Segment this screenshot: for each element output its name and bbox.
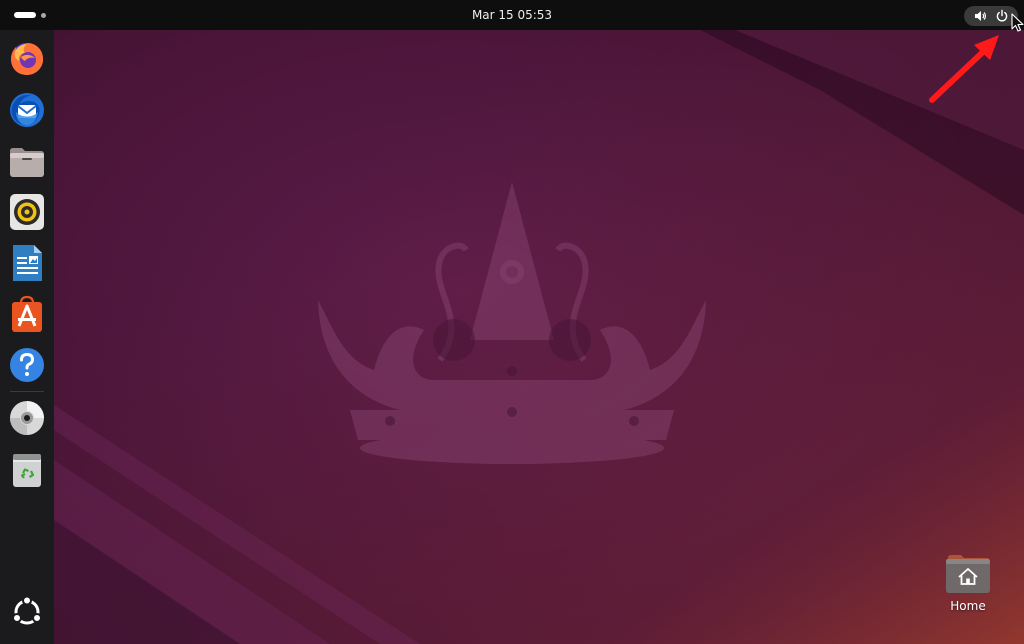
clock-area: Mar 15 05:53 — [0, 0, 1024, 30]
dock-item-disc[interactable] — [7, 398, 47, 438]
clock[interactable]: Mar 15 05:53 — [472, 8, 552, 22]
dock-item-files[interactable] — [7, 142, 47, 182]
disc-icon — [10, 401, 44, 435]
firefox-icon — [11, 43, 44, 75]
system-menu[interactable] — [964, 6, 1018, 26]
power-icon — [996, 9, 1008, 22]
libreoffice-writer-icon — [13, 245, 42, 281]
desktop-home-label: Home — [950, 599, 986, 613]
desktop-screen: Mar 15 05:53 Home — [0, 0, 1024, 644]
app-center-icon — [12, 295, 42, 332]
desktop-home-folder[interactable]: Home — [934, 548, 1002, 618]
activities-indicator-icon — [14, 12, 36, 18]
wallpaper — [0, 0, 1024, 644]
dock-item-show-apps[interactable] — [7, 592, 47, 632]
dock-separator — [10, 391, 44, 392]
show-apps-icon — [12, 595, 42, 625]
dock-item-firefox[interactable] — [7, 38, 47, 78]
dock-item-trash[interactable] — [7, 450, 47, 490]
files-folder-icon — [10, 148, 44, 177]
dock-item-libreoffice-writer[interactable] — [7, 243, 47, 283]
activities-indicator[interactable] — [10, 9, 54, 21]
help-icon — [10, 348, 44, 382]
rhythmbox-speaker-icon — [10, 194, 44, 230]
dock-item-thunderbird[interactable] — [7, 90, 47, 130]
workspace-dot-icon — [41, 12, 46, 18]
dock-item-rhythmbox[interactable] — [7, 192, 47, 232]
home-folder-icon — [946, 555, 990, 593]
dock-item-help[interactable] — [7, 345, 47, 385]
dock — [0, 30, 54, 644]
volume-icon — [975, 11, 986, 21]
top-bar: Mar 15 05:53 — [0, 0, 1024, 30]
trash-icon — [13, 454, 41, 487]
dock-item-app-center[interactable] — [7, 294, 47, 334]
thunderbird-icon — [10, 93, 44, 127]
